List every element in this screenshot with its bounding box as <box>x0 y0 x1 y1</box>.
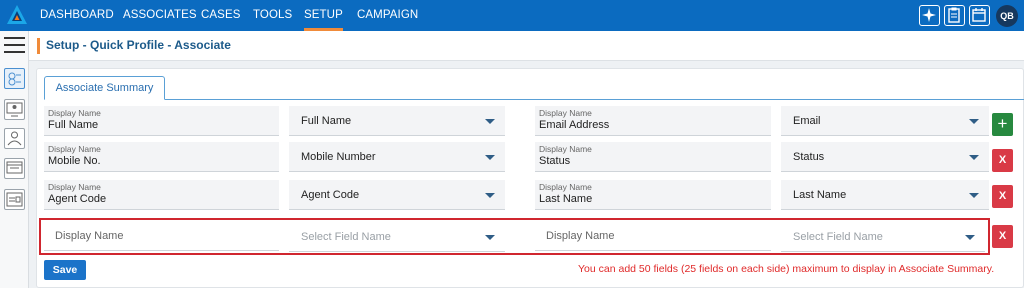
nav-tools[interactable]: TOOLS <box>253 0 292 31</box>
page-header: Setup - Quick Profile - Associate <box>29 31 1024 61</box>
display-name-label: Display Name <box>539 108 592 118</box>
chevron-down-icon <box>969 155 979 160</box>
screen-settings-icon[interactable] <box>4 158 25 179</box>
display-name-label: Display Name <box>48 108 101 118</box>
display-name-field[interactable]: Display Name Agent Code <box>44 180 279 210</box>
sparkle-icon[interactable] <box>919 5 940 26</box>
field-name-value: Email <box>793 115 821 127</box>
nav-setup[interactable]: SETUP <box>304 0 343 31</box>
title-accent <box>37 38 40 54</box>
profile-list-icon[interactable] <box>4 68 25 89</box>
delete-row-button[interactable]: X <box>992 149 1013 172</box>
display-name-value: Mobile No. <box>48 155 101 167</box>
chevron-down-icon <box>969 119 979 124</box>
display-name-field[interactable]: Display Name Last Name <box>535 180 771 210</box>
chevron-down-icon <box>485 235 495 240</box>
field-name-select[interactable]: Agent Code <box>289 180 505 210</box>
delete-row-button[interactable]: X <box>992 185 1013 208</box>
contact-card-icon[interactable] <box>4 128 25 149</box>
page-title: Setup - Quick Profile - Associate <box>46 38 231 52</box>
monitor-user-icon[interactable] <box>4 99 25 120</box>
field-name-select[interactable]: Mobile Number <box>289 142 505 172</box>
field-name-value: Last Name <box>793 189 847 201</box>
field-name-placeholder: Select Field Name <box>301 231 391 243</box>
display-name-label: Display Name <box>48 144 101 154</box>
display-name-input[interactable] <box>44 221 279 251</box>
chevron-down-icon <box>485 193 495 198</box>
display-name-value: Last Name <box>539 193 593 205</box>
nav-campaign[interactable]: CAMPAIGN <box>357 0 418 31</box>
save-button[interactable]: Save <box>44 260 86 280</box>
field-name-value: Agent Code <box>301 189 360 201</box>
field-name-placeholder: Select Field Name <box>793 231 883 243</box>
add-row-button[interactable]: + <box>992 113 1013 136</box>
nav-cases[interactable]: CASES <box>201 0 241 31</box>
field-name-value: Status <box>793 151 825 163</box>
display-name-label: Display Name <box>539 182 592 192</box>
user-avatar[interactable]: QB <box>996 5 1018 27</box>
nav-dashboard[interactable]: DASHBOARD <box>40 0 114 31</box>
field-name-select[interactable]: Full Name <box>289 106 505 136</box>
tab-associate-summary[interactable]: Associate Summary <box>44 76 165 100</box>
display-name-field[interactable]: Display Name Email Address <box>535 106 771 136</box>
display-name-input[interactable] <box>535 221 771 251</box>
menu-icon[interactable] <box>4 37 25 55</box>
display-name-value: Status <box>539 155 571 167</box>
field-name-value: Full Name <box>301 115 352 127</box>
field-limit-note: You can add 50 fields (25 fields on each… <box>578 263 995 275</box>
field-name-select[interactable]: Last Name <box>781 180 989 210</box>
chevron-down-icon <box>969 193 979 198</box>
display-name-field[interactable]: Display Name Status <box>535 142 771 172</box>
field-name-select[interactable]: Select Field Name <box>289 222 505 252</box>
clipboard-icon[interactable] <box>944 5 965 26</box>
field-name-value: Mobile Number <box>301 151 376 163</box>
app-logo-icon[interactable] <box>6 4 28 26</box>
display-name-field[interactable]: Display Name Full Name <box>44 106 279 136</box>
field-name-select[interactable]: Email <box>781 106 989 136</box>
chevron-down-icon <box>485 155 495 160</box>
field-name-select[interactable]: Status <box>781 142 989 172</box>
display-name-value: Agent Code <box>48 193 107 205</box>
display-name-label: Display Name <box>539 144 592 154</box>
display-name-value: Full Name <box>48 119 99 131</box>
delete-row-button[interactable]: X <box>992 225 1013 248</box>
tab-underline <box>44 99 1024 100</box>
address-card-icon[interactable] <box>4 189 25 210</box>
display-name-value: Email Address <box>539 119 610 131</box>
calendar-icon[interactable] <box>969 5 990 26</box>
nav-associates[interactable]: ASSOCIATES <box>123 0 197 31</box>
field-name-select[interactable]: Select Field Name <box>781 222 985 252</box>
top-nav: DASHBOARD ASSOCIATES CASES TOOLS SETUP C… <box>0 0 1024 31</box>
display-name-field[interactable]: Display Name Mobile No. <box>44 142 279 172</box>
chevron-down-icon <box>965 235 975 240</box>
display-name-label: Display Name <box>48 182 101 192</box>
display-name-input-field[interactable] <box>44 221 279 250</box>
chevron-down-icon <box>485 119 495 124</box>
main-panel <box>36 68 1024 288</box>
display-name-input-field[interactable] <box>535 221 771 250</box>
